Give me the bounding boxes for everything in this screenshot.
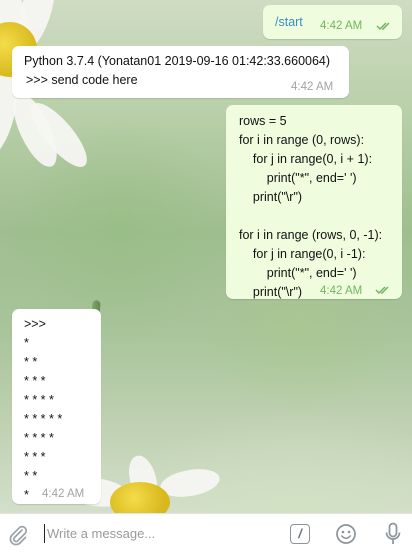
code-block: rows = 5 for i in range (0, rows): for j… xyxy=(239,112,382,302)
output-line: * * * xyxy=(24,450,46,464)
message-composer: Write a message... / xyxy=(0,513,412,554)
output-line: * * xyxy=(24,469,38,483)
output-line: * * * * xyxy=(24,393,54,407)
output-line: * * * * xyxy=(24,431,54,445)
code-line: for j in range(0, i -1): xyxy=(239,247,366,261)
output-line: * * * * * xyxy=(24,412,63,426)
incoming-message[interactable]: Python 3.7.4 (Yonatan01 2019-09-16 01:42… xyxy=(12,46,349,98)
message-input[interactable]: Write a message... xyxy=(47,526,155,541)
code-line: print("*", end=' ') xyxy=(239,171,357,185)
message-time: 4:42 AM xyxy=(42,488,85,500)
outgoing-message[interactable]: rows = 5 for i in range (0, rows): for j… xyxy=(226,105,402,299)
code-line: for i in range (rows, 0, -1): xyxy=(239,228,383,242)
bot-command-glyph: / xyxy=(298,526,302,541)
bot-command-icon[interactable]: / xyxy=(290,524,310,544)
outgoing-message[interactable]: /start 4:42 AM xyxy=(263,5,402,39)
output-line: * xyxy=(24,336,29,350)
emoji-icon[interactable] xyxy=(335,523,357,545)
double-check-icon xyxy=(375,286,389,295)
output-block: >>> * * * * * * * * * * * * * * * * * * … xyxy=(24,315,62,505)
double-check-icon xyxy=(376,22,390,31)
code-line: for i in range (0, rows): xyxy=(239,133,365,147)
message-text-line: >>> send code here xyxy=(26,73,138,87)
output-line: >>> xyxy=(24,317,46,331)
output-line: * * xyxy=(24,355,38,369)
message-text-line: Python 3.7.4 (Yonatan01 2019-09-16 01:42… xyxy=(24,54,331,68)
paperclip-icon[interactable] xyxy=(8,524,28,546)
code-line: for j in range(0, i + 1): xyxy=(239,152,373,166)
text-caret xyxy=(44,524,45,543)
message-time: 4:42 AM xyxy=(320,20,363,32)
code-line: print("\r") xyxy=(239,190,303,204)
microphone-icon[interactable] xyxy=(383,522,403,546)
message-time: 4:42 AM xyxy=(291,81,334,93)
message-time: 4:42 AM xyxy=(320,285,363,297)
code-line: print("*", end=' ') xyxy=(239,266,357,280)
incoming-message[interactable]: >>> * * * * * * * * * * * * * * * * * * … xyxy=(12,309,101,504)
output-line: * * * xyxy=(24,374,46,388)
code-line: rows = 5 xyxy=(239,114,287,128)
command-link[interactable]: /start xyxy=(275,13,303,32)
